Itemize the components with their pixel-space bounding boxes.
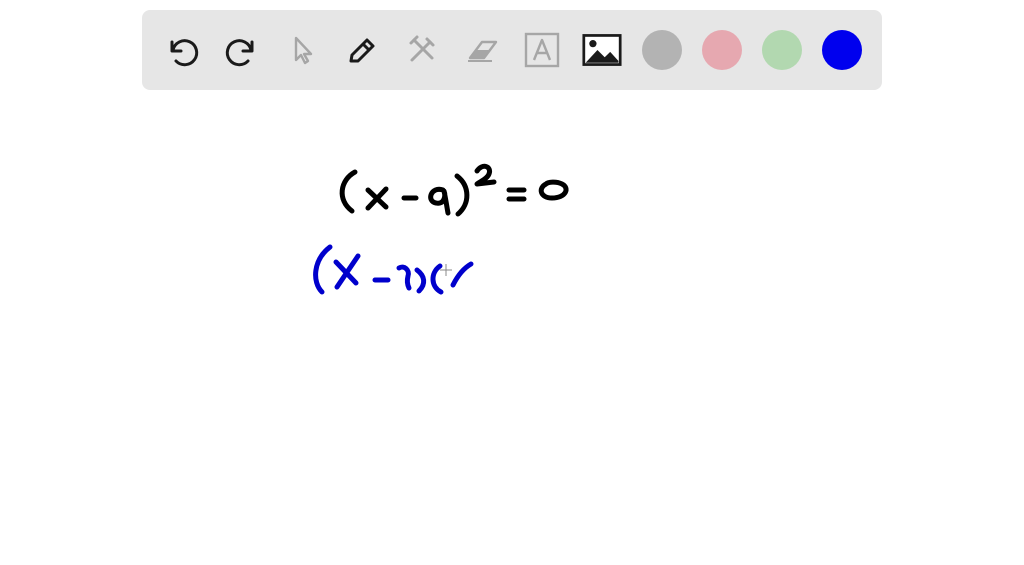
image-tool-button[interactable] <box>582 30 622 70</box>
pen-icon <box>349 38 375 63</box>
redo-button[interactable] <box>222 30 262 70</box>
whiteboard-toolbar <box>142 10 882 90</box>
text-icon <box>524 32 560 68</box>
pen-tool-button[interactable] <box>342 30 382 70</box>
redo-icon <box>225 39 254 67</box>
tools-icon <box>409 35 435 62</box>
select-tool-button[interactable] <box>282 30 322 70</box>
color-swatch-green[interactable] <box>762 30 802 70</box>
color-swatch-blue[interactable] <box>822 30 862 70</box>
eraser-tool-button[interactable] <box>462 30 502 70</box>
eraser-icon <box>468 40 498 62</box>
handwriting-layer <box>313 163 569 295</box>
text-tool-button[interactable] <box>522 30 562 70</box>
drawing-canvas[interactable] <box>0 100 1024 560</box>
select-pointer-icon <box>294 36 313 65</box>
undo-icon <box>170 39 199 67</box>
tools-button[interactable] <box>402 30 442 70</box>
handwritten-equation-line-1 <box>339 163 569 217</box>
undo-button[interactable] <box>162 30 202 70</box>
color-swatch-gray[interactable] <box>642 30 682 70</box>
crosshair-cursor-icon <box>440 264 452 276</box>
color-swatch-pink[interactable] <box>702 30 742 70</box>
image-icon <box>582 34 622 66</box>
